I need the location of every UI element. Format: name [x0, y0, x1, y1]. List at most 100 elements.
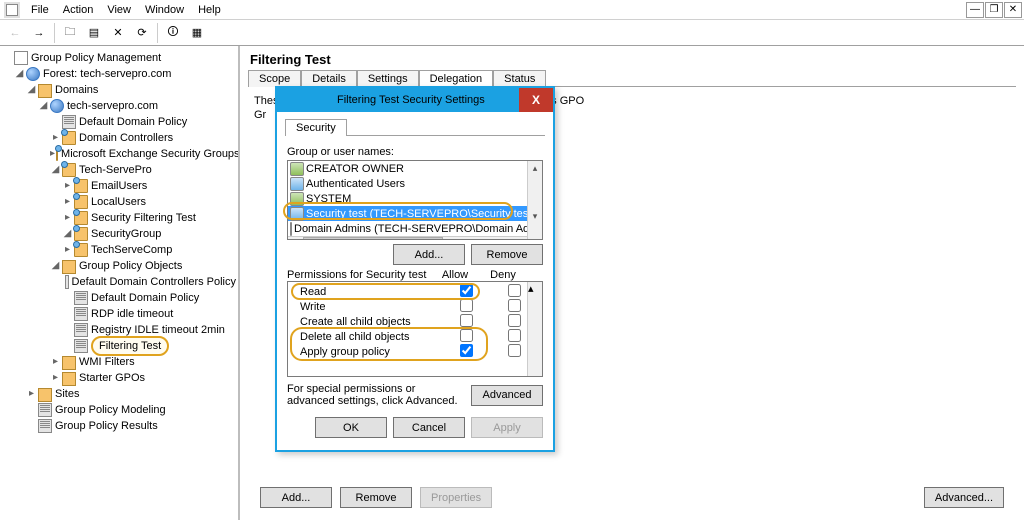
- menu-action[interactable]: Action: [56, 2, 101, 18]
- add-button[interactable]: Add...: [260, 487, 332, 508]
- nav-tree[interactable]: Group Policy Management ◢Forest: tech-se…: [0, 46, 240, 520]
- properties-button[interactable]: Properties: [420, 487, 492, 508]
- tree-gpo[interactable]: Group Policy Objects: [79, 258, 182, 274]
- dialog-close-button[interactable]: X: [519, 88, 553, 112]
- menu-window[interactable]: Window: [138, 2, 191, 18]
- refresh-button[interactable]: ⟳: [131, 22, 153, 44]
- tree-tsp-child[interactable]: LocalUsers: [91, 194, 146, 210]
- perm-deny-header: Deny: [479, 269, 527, 281]
- folder-icon: [38, 388, 52, 402]
- perm-apply-allow[interactable]: [460, 344, 473, 357]
- minimize-button[interactable]: —: [966, 2, 984, 18]
- maximize-button[interactable]: ❐: [985, 2, 1003, 18]
- perm-apply-deny[interactable]: [508, 344, 521, 357]
- dialog-titlebar[interactable]: Filtering Test Security Settings X: [277, 88, 553, 112]
- help-button[interactable]: 🛈: [162, 22, 184, 44]
- tree-gpo-child[interactable]: RDP idle timeout: [91, 306, 173, 322]
- perm-row-create: Create all child objects: [292, 314, 538, 329]
- ok-button[interactable]: OK: [315, 417, 387, 438]
- tree-domain[interactable]: tech-servepro.com: [67, 98, 158, 114]
- tree-gpo-child[interactable]: Default Domain Policy: [91, 290, 199, 306]
- perm-row-read: Read: [292, 284, 538, 299]
- advanced-button[interactable]: Advanced...: [924, 487, 1004, 508]
- tree-tsp-child[interactable]: EmailUsers: [91, 178, 147, 194]
- perm-row-write: Write: [292, 299, 538, 314]
- cancel-button[interactable]: Cancel: [393, 417, 465, 438]
- gpm-icon: [14, 51, 28, 65]
- tree-techservepro[interactable]: Tech-ServePro: [79, 162, 152, 178]
- back-button[interactable]: ←: [4, 22, 26, 44]
- tree-sites[interactable]: Sites: [55, 386, 79, 402]
- group-icon: [290, 222, 292, 236]
- tree-tsp-child[interactable]: SecurityGroup: [91, 226, 161, 242]
- user-icon: [290, 192, 304, 206]
- tree-ou-item[interactable]: Default Domain Policy: [79, 114, 187, 130]
- tab-delegation[interactable]: Delegation: [419, 70, 494, 87]
- perm-delete-allow[interactable]: [460, 329, 473, 342]
- list-scrollbar[interactable]: ▴▾: [527, 161, 542, 239]
- tree-tsp-child[interactable]: Security Filtering Test: [91, 210, 196, 226]
- list-item[interactable]: CREATOR OWNER: [306, 163, 404, 175]
- perm-row-delete: Delete all child objects: [292, 329, 538, 344]
- list-item[interactable]: SYSTEM: [306, 193, 351, 205]
- perm-write-deny[interactable]: [508, 299, 521, 312]
- tab-details[interactable]: Details: [301, 70, 357, 87]
- tree-tsp-child[interactable]: TechServeComp: [91, 242, 172, 258]
- tab-security[interactable]: Security: [285, 119, 347, 136]
- list-item[interactable]: Authenticated Users: [306, 178, 405, 190]
- gpo-icon: [74, 323, 88, 337]
- remove-button[interactable]: Remove: [340, 487, 412, 508]
- list-item[interactable]: Domain Admins (TECH-SERVEPRO\Domain Admi…: [294, 223, 543, 235]
- tree-ou-item[interactable]: Microsoft Exchange Security Groups: [61, 146, 240, 162]
- tree-modeling[interactable]: Group Policy Modeling: [55, 402, 166, 418]
- tree-domains[interactable]: Domains: [55, 82, 98, 98]
- dialog-advanced-button[interactable]: Advanced: [471, 385, 543, 406]
- list-hscroll[interactable]: ◂▸: [288, 236, 542, 240]
- ou-icon: [74, 227, 88, 241]
- tree-results[interactable]: Group Policy Results: [55, 418, 158, 434]
- gpo-link-icon: [62, 115, 76, 129]
- perm-read-allow[interactable]: [460, 284, 473, 297]
- delegation-buttons: Add... Remove Properties Advanced...: [254, 481, 1010, 514]
- perm-read-deny[interactable]: [508, 284, 521, 297]
- ou-icon: [74, 195, 88, 209]
- perm-create-allow[interactable]: [460, 314, 473, 327]
- permissions-list[interactable]: Read Write Create all child objects Dele: [287, 281, 543, 377]
- menu-help[interactable]: Help: [191, 2, 228, 18]
- toolbar: ← → 🗀 ▤ ✕ ⟳ 🛈 ▦: [0, 20, 1024, 46]
- perm-row-apply: Apply group policy: [292, 344, 538, 359]
- dialog-remove-button[interactable]: Remove: [471, 244, 543, 265]
- properties-button[interactable]: ▤: [83, 22, 105, 44]
- tab-settings[interactable]: Settings: [357, 70, 419, 87]
- tree-gpo-filtering-test[interactable]: Filtering Test: [91, 336, 169, 356]
- close-button[interactable]: ✕: [1004, 2, 1022, 18]
- perm-write-allow[interactable]: [460, 299, 473, 312]
- forward-button[interactable]: →: [28, 22, 50, 44]
- tree-forest[interactable]: Forest: tech-servepro.com: [43, 66, 171, 82]
- perm-delete-deny[interactable]: [508, 329, 521, 342]
- run-button[interactable]: ▦: [186, 22, 208, 44]
- tree-starter[interactable]: Starter GPOs: [79, 370, 145, 386]
- tab-status[interactable]: Status: [493, 70, 546, 87]
- group-listbox[interactable]: CREATOR OWNER Authenticated Users SYSTEM…: [287, 160, 543, 240]
- perm-allow-header: Allow: [431, 269, 479, 281]
- tree-gpo-child[interactable]: Default Domain Controllers Policy: [72, 274, 236, 290]
- perm-scrollbar[interactable]: ▴: [527, 282, 542, 376]
- window-buttons: — ❐ ✕: [966, 2, 1024, 18]
- list-item-selected[interactable]: Security test (TECH-SERVEPRO\Security te…: [306, 208, 535, 220]
- perm-header-row: Permissions for Security test Allow Deny: [287, 269, 543, 281]
- group-names-label: Group or user names:: [287, 146, 543, 158]
- perm-create-deny[interactable]: [508, 314, 521, 327]
- advanced-text: For special permissions or advanced sett…: [287, 383, 463, 407]
- tree-wmi[interactable]: WMI Filters: [79, 354, 135, 370]
- tree-ou-item[interactable]: Domain Controllers: [79, 130, 173, 146]
- forest-icon: [26, 67, 40, 81]
- up-button[interactable]: 🗀: [59, 22, 81, 44]
- menu-file[interactable]: File: [24, 2, 56, 18]
- menu-view[interactable]: View: [100, 2, 138, 18]
- tree-root[interactable]: Group Policy Management: [31, 50, 161, 66]
- export-button[interactable]: ✕: [107, 22, 129, 44]
- tab-scope[interactable]: Scope: [248, 70, 301, 87]
- apply-button[interactable]: Apply: [471, 417, 543, 438]
- dialog-add-button[interactable]: Add...: [393, 244, 465, 265]
